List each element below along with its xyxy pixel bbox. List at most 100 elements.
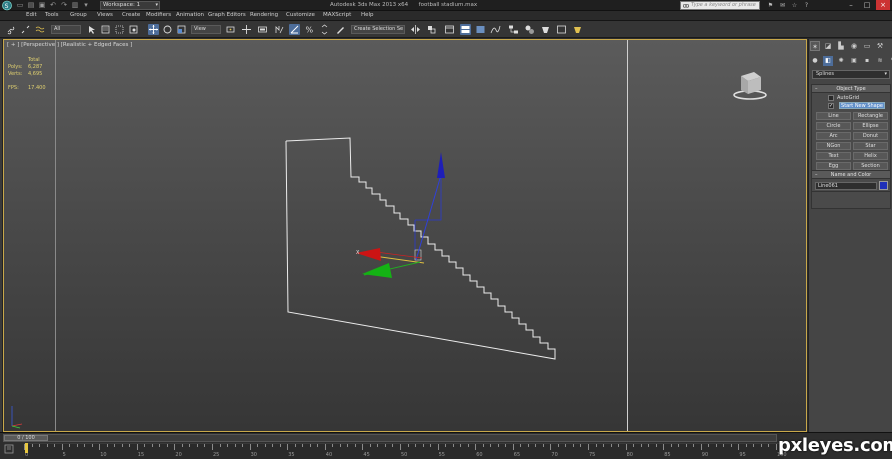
menu-help[interactable]: Help [361,12,374,18]
select-and-manipulate-icon[interactable] [241,24,252,35]
name-and-color-rollout-header[interactable]: – Name and Color [812,171,890,179]
rectangle-button[interactable]: Rectangle [853,112,888,120]
space-warps-icon[interactable]: ≋ [875,56,885,66]
select-and-rotate-icon[interactable] [162,24,173,35]
lights-icon[interactable]: ✺ [836,56,846,66]
pivot-center-icon[interactable] [225,24,236,35]
object-name-field[interactable]: Line061 [815,182,877,190]
app-logo-icon[interactable]: S [1,0,13,11]
keyboard-shortcut-override-icon[interactable] [257,24,268,35]
rectangular-selection-icon[interactable] [114,24,125,35]
material-editor-icon[interactable] [524,24,535,35]
time-slider[interactable]: ‹ 0 / 100 [3,434,777,442]
object-color-swatch[interactable] [879,181,888,190]
ellipse-button[interactable]: Ellipse [853,122,888,130]
save-icon[interactable]: ▣ [38,1,46,9]
rendered-frame-window-icon[interactable] [556,24,567,35]
curve-editor-icon[interactable] [490,24,501,35]
quick-access-dropdown-icon[interactable]: ▾ [82,1,90,9]
reference-coordinate-dropdown[interactable]: View [191,25,221,34]
close-icon[interactable]: × [876,0,890,10]
align-icon[interactable] [426,24,437,35]
favorites-icon[interactable]: ☆ [790,1,799,10]
menu-customize[interactable]: Customize [286,12,315,18]
menu-views[interactable]: Views [97,12,113,18]
render-setup-icon[interactable] [540,24,551,35]
create-tab-icon[interactable]: ✶ [810,41,820,51]
subscription-icon[interactable]: ⚑ [766,1,775,10]
binoculars-icon[interactable] [683,2,689,8]
section-button[interactable]: Section [853,162,888,170]
selection-filter-dropdown[interactable]: All [51,25,81,34]
new-file-icon[interactable]: ▭ [16,1,24,9]
menu-maxscript[interactable]: MAXScript [323,12,351,18]
start-new-shape-checkbox[interactable]: ✓ [828,103,834,109]
viewport-label-menu[interactable]: [ + ] [Perspective ] [Realistic + Edged … [7,42,132,48]
circle-button[interactable]: Circle [816,122,851,130]
viewcube-icon[interactable] [732,70,768,102]
select-and-link-icon[interactable] [6,24,17,35]
percent-snap-icon[interactable]: % [304,24,315,35]
line-button[interactable]: Line [816,112,851,120]
star-button[interactable]: Star [853,142,888,150]
arc-button[interactable]: Arc [816,132,851,140]
time-slider-handle[interactable]: 0 / 100 [4,435,48,441]
text-button[interactable]: Text [816,152,851,160]
menu-tools[interactable]: Tools [45,12,59,18]
geometry-icon[interactable]: ● [810,56,820,66]
track-bar[interactable]: 0 5 10 15 20 25 30 35 40 45 50 55 60 65 70 75 80 85 90 95 10… [24,443,787,459]
motion-tab-icon[interactable]: ◉ [849,41,859,51]
autogrid-checkbox[interactable] [828,95,834,101]
mirror-icon[interactable] [410,24,421,35]
open-file-icon[interactable]: ▤ [27,1,35,9]
workspace-dropdown[interactable]: Workspace: 1 ▾ [100,1,160,10]
menu-create[interactable]: Create [122,12,140,18]
key-filters-icon[interactable] [4,444,14,454]
select-object-icon[interactable] [86,24,97,35]
display-tab-icon[interactable]: ▭ [862,41,872,51]
toggle-layer-explorer-icon[interactable] [460,24,471,35]
select-and-move-icon[interactable] [148,24,159,35]
helix-button[interactable]: Helix [853,152,888,160]
angle-snap-icon[interactable] [289,24,300,35]
object-type-rollout-header[interactable]: – Object Type [812,85,890,93]
bind-space-warp-icon[interactable] [35,24,46,35]
menu-animation[interactable]: Animation [176,12,204,18]
spinner-snap-icon[interactable] [319,24,330,35]
undo-icon[interactable]: ↶ [49,1,57,9]
search-input[interactable]: Type a keyword or phrase [680,1,760,10]
menu-graph-editors[interactable]: Graph Editors [208,12,246,18]
modify-tab-icon[interactable]: ◪ [823,41,833,51]
menu-edit[interactable]: Edit [26,12,37,18]
donut-button[interactable]: Donut [853,132,888,140]
shapes-icon[interactable]: ◧ [823,56,833,66]
communication-center-icon[interactable]: ✉ [778,1,787,10]
render-production-icon[interactable] [572,24,583,35]
shape-category-dropdown[interactable]: Splines ▾ [812,70,890,79]
menu-rendering[interactable]: Rendering [250,12,278,18]
current-frame-marker[interactable] [25,443,28,453]
select-by-name-icon[interactable] [100,24,111,35]
schematic-view-icon[interactable] [508,24,519,35]
toggle-scene-explorer-icon[interactable] [444,24,455,35]
project-folder-icon[interactable]: ▥ [71,1,79,9]
maximize-icon[interactable]: □ [860,0,874,10]
redo-icon[interactable]: ↷ [60,1,68,9]
start-new-shape-button[interactable]: Start New Shape [839,102,885,109]
utilities-tab-icon[interactable]: ⚒ [875,41,885,51]
systems-icon[interactable]: ✎ [888,56,892,66]
toggle-ribbon-icon[interactable] [475,24,486,35]
perspective-viewport[interactable]: X [ + ] [Perspective ] [Realistic + Edge… [3,39,807,432]
menu-group[interactable]: Group [70,12,87,18]
hierarchy-tab-icon[interactable]: ▙ [836,41,846,51]
snaps-toggle-icon[interactable] [274,24,285,35]
edit-named-selection-icon[interactable] [335,24,346,35]
help-icon[interactable]: ? [802,1,811,10]
window-crossing-icon[interactable] [128,24,139,35]
egg-button[interactable]: Egg [816,162,851,170]
ngon-button[interactable]: NGon [816,142,851,150]
unlink-icon[interactable] [20,24,31,35]
cameras-icon[interactable]: ▣ [849,56,859,66]
minimize-icon[interactable]: – [844,0,858,10]
menu-modifiers[interactable]: Modifiers [146,12,171,18]
